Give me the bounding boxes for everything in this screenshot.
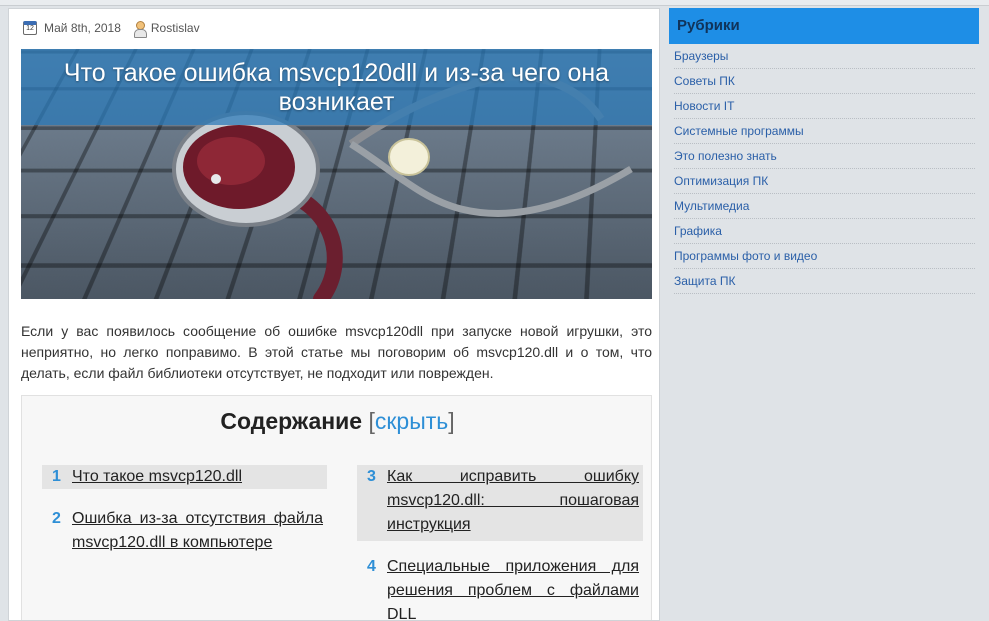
toc-item-number: 3: [367, 468, 376, 485]
sidebar-item-pc-protection[interactable]: Защита ПК: [674, 269, 975, 294]
top-strip: [0, 0, 989, 6]
toc-heading: Содержание [скрыть]: [22, 408, 653, 435]
hero-image: Что такое ошибка msvcp120dll и из-за чег…: [21, 49, 652, 299]
toc-hide-link[interactable]: скрыть: [375, 408, 448, 434]
toc-item-link[interactable]: Как исправить ошибку msvcp120.dll: пошаг…: [381, 465, 643, 537]
sidebar-item-useful[interactable]: Это полезно знать: [674, 144, 975, 169]
post-date: Май 8th, 2018: [44, 21, 121, 35]
category-list: Браузеры Советы ПК Новости IT Системные …: [669, 44, 979, 294]
table-of-contents: Содержание [скрыть] 1 Что такое msvcp120…: [21, 395, 653, 620]
toc-item-link[interactable]: Что такое msvcp120.dll: [66, 465, 246, 489]
sidebar-item-browsers[interactable]: Браузеры: [674, 44, 975, 69]
article-intro: Если у вас появилось сообщение об ошибке…: [21, 323, 652, 381]
post-author[interactable]: Rostislav: [151, 21, 200, 35]
sidebar-item-graphics[interactable]: Графика: [674, 219, 975, 244]
toc-title: Содержание: [220, 408, 363, 434]
sidebar: Рубрики Браузеры Советы ПК Новости IT Си…: [669, 8, 979, 308]
post-meta: 12 Май 8th, 2018 Rostislav: [23, 19, 200, 38]
toc-item-link[interactable]: Специальные приложения для решения пробл…: [381, 555, 643, 620]
calendar-icon: 12: [23, 21, 37, 35]
toc-item-1[interactable]: 1 Что такое msvcp120.dll: [42, 465, 327, 489]
toc-item-number: 2: [52, 510, 61, 527]
sidebar-item-photo-video[interactable]: Программы фото и видео: [674, 244, 975, 269]
sidebar-title: Рубрики: [669, 8, 979, 44]
author-icon: [133, 20, 147, 38]
toc-bracket-close: ]: [448, 408, 455, 434]
toc-item-number: 1: [52, 468, 61, 485]
toc-item-3[interactable]: 3 Как исправить ошибку msvcp120.dll: пош…: [357, 465, 643, 541]
article-title: Что такое ошибка msvcp120dll и из-за чег…: [63, 59, 610, 116]
sidebar-item-multimedia[interactable]: Мультимедиа: [674, 194, 975, 219]
toc-item-2[interactable]: 2 Ошибка из-за отсутствия файла msvcp120…: [42, 507, 327, 555]
article-card: 12 Май 8th, 2018 Rostislav Что такое оши…: [8, 8, 660, 621]
sidebar-item-pc-tips[interactable]: Советы ПК: [674, 69, 975, 94]
sidebar-item-pc-optimization[interactable]: Оптимизация ПК: [674, 169, 975, 194]
toc-item-4[interactable]: 4 Специальные приложения для решения про…: [357, 555, 643, 620]
toc-item-number: 4: [367, 558, 376, 575]
toc-item-link[interactable]: Ошибка из-за отсутствия файла msvcp120.d…: [66, 507, 327, 555]
sidebar-item-it-news[interactable]: Новости IT: [674, 94, 975, 119]
sidebar-item-system-programs[interactable]: Системные программы: [674, 119, 975, 144]
